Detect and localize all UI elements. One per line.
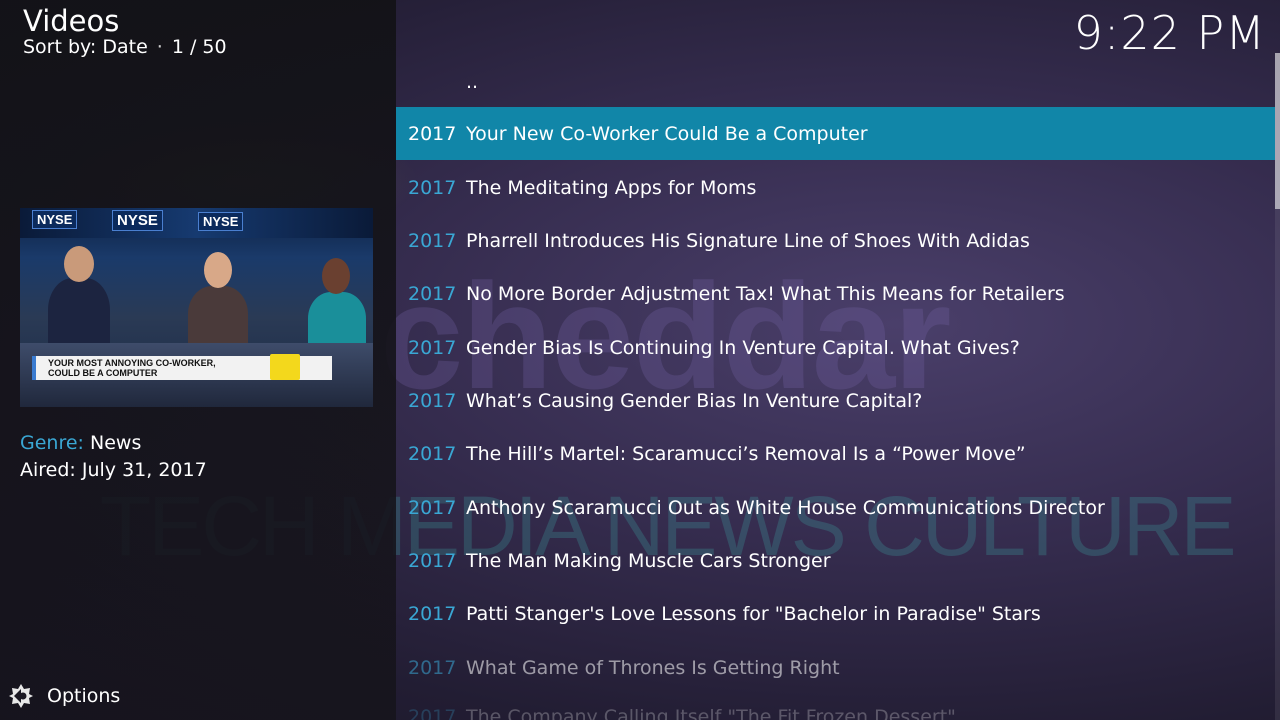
presenter-left-head (64, 246, 94, 282)
list-item-year: 2017 (408, 336, 457, 359)
list-item-title: Anthony Scaramucci Out as White House Co… (466, 496, 1105, 519)
sort-info: Sort by: Date · 1 / 50 (23, 36, 227, 58)
options-button[interactable]: Options (8, 683, 120, 709)
list-item[interactable]: 2017 Anthony Scaramucci Out as White Hou… (396, 481, 1275, 534)
scrollbar-thumb[interactable] (1275, 53, 1280, 209)
video-thumbnail: NYSE NYSE NYSE YOUR MOST ANNOYING CO-WOR… (20, 208, 373, 407)
video-details: Genre: News Aired: July 31, 2017 (20, 430, 207, 484)
aired-row: Aired: July 31, 2017 (20, 457, 207, 484)
list-item-title: The Hill’s Martel: Scaramucci’s Removal … (466, 442, 1026, 465)
list-item[interactable]: 2017 The Company Calling Itself "The Fit… (396, 690, 1275, 720)
list-item[interactable]: 2017 What’s Causing Gender Bias In Ventu… (396, 374, 1275, 427)
parent-folder-item[interactable]: .. (396, 55, 1275, 108)
list-item[interactable]: 2017 What Game of Thrones Is Getting Rig… (396, 641, 1275, 694)
list-item-title: What Game of Thrones Is Getting Right (466, 656, 840, 679)
list-item[interactable]: 2017 The Man Making Muscle Cars Stronger (396, 534, 1275, 587)
list-item-year: 2017 (408, 549, 457, 572)
list-item[interactable]: 2017 Pharrell Introduces His Signature L… (396, 214, 1275, 267)
list-item-year: 2017 (408, 176, 457, 199)
list-item[interactable]: 2017 Patti Stanger's Love Lessons for "B… (396, 587, 1275, 640)
nyse-sign: NYSE (198, 212, 244, 231)
genre-label: Genre: (20, 432, 84, 454)
cheddar-logo-icon (270, 354, 300, 380)
kodi-videos-screen: cheddar TECH MEDIA NEWS CULTURE Videos S… (0, 0, 1280, 720)
aired-value: July 31, 2017 (81, 459, 207, 481)
list-item-title: Gender Bias Is Continuing In Venture Cap… (466, 336, 1020, 359)
list-item[interactable]: 2017 The Hill’s Martel: Scaramucci’s Rem… (396, 427, 1275, 480)
options-gear-icon (9, 684, 33, 708)
list-item-title: What’s Causing Gender Bias In Venture Ca… (466, 389, 923, 412)
list-item-year: 2017 (408, 389, 457, 412)
list-item-title: The Man Making Muscle Cars Stronger (466, 549, 831, 572)
info-panel: Videos Sort by: Date · 1 / 50 NYSE NYSE NY… (0, 0, 396, 720)
list-item-year: 2017 (408, 122, 457, 145)
list-item-year: 2017 (408, 442, 457, 465)
list-item[interactable]: 2017 The Meditating Apps for Moms (396, 161, 1275, 214)
list-item-title: Pharrell Introduces His Signature Line o… (466, 229, 1030, 252)
list-item-year: 2017 (408, 282, 457, 305)
list-item-title: The Company Calling Itself "The Fit Froz… (466, 705, 956, 720)
genre-row: Genre: News (20, 430, 207, 457)
page-title: Videos (23, 4, 120, 38)
list-item-title: The Meditating Apps for Moms (466, 176, 757, 199)
list-item-year: 2017 (408, 496, 457, 519)
list-item-year: 2017 (408, 229, 457, 252)
item-position: 1 / 50 (171, 36, 227, 58)
list-item[interactable]: 2017 No More Border Adjustment Tax! What… (396, 267, 1275, 320)
list-scrollbar[interactable] (1275, 53, 1280, 720)
nyse-sign: NYSE (112, 210, 163, 231)
list-item-year: 2017 (408, 602, 457, 625)
list-item-title: .. (466, 70, 479, 93)
list-item-year: 2017 (408, 705, 457, 720)
options-label: Options (47, 685, 121, 707)
list-item-title: No More Border Adjustment Tax! What This… (466, 282, 1065, 305)
nyse-sign: NYSE (32, 210, 78, 229)
separator: · (156, 36, 163, 58)
list-item[interactable]: 2017 Your New Co-Worker Could Be a Compu… (396, 107, 1275, 160)
list-item-title: Patti Stanger's Love Lessons for "Bachel… (466, 602, 1041, 625)
video-list: .. 2017 Your New Co-Worker Could Be a Co… (396, 0, 1275, 720)
list-item-year: 2017 (408, 656, 457, 679)
list-item[interactable]: 2017 Gender Bias Is Continuing In Ventur… (396, 321, 1275, 374)
presenter-center-head (204, 252, 232, 288)
genre-value: News (90, 432, 142, 454)
aired-label: Aired: (20, 459, 76, 481)
presenter-right-head (322, 258, 350, 294)
list-item-title: Your New Co-Worker Could Be a Computer (466, 122, 868, 145)
sort-label[interactable]: Sort by: Date (23, 36, 148, 58)
